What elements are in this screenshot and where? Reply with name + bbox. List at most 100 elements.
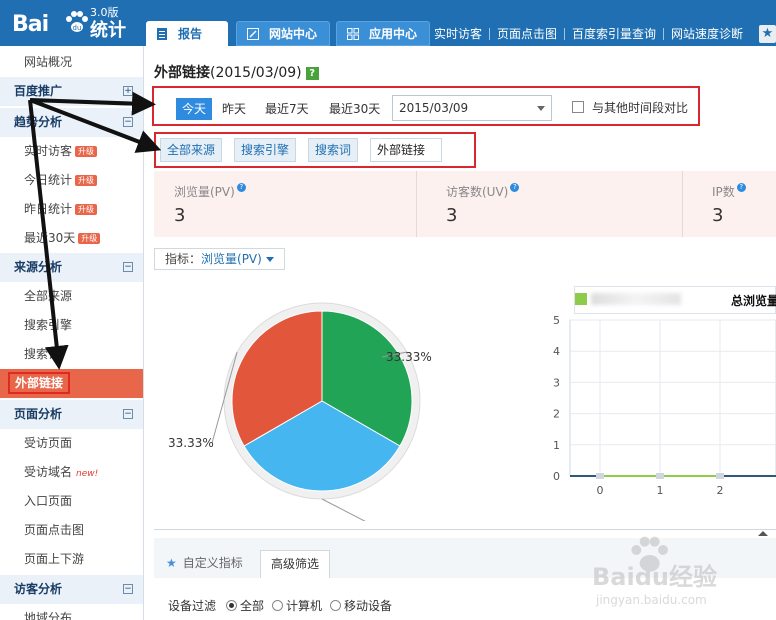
date-range-bar: 今天 昨天 最近7天 最近30天 2015/03/09 与其他时间段对比 [152, 86, 700, 126]
collapse-icon[interactable]: − [123, 409, 133, 419]
sidebar-item-geo[interactable]: 地域分布 [0, 604, 143, 620]
star-icon: ★ [166, 556, 177, 570]
sidebar-item-realtime[interactable]: 实时访客 升级 [0, 137, 143, 166]
metric-value: 3 [174, 205, 186, 226]
chevron-down-icon [265, 257, 274, 262]
upgrade-badge: 升级 [75, 204, 98, 215]
compare-label[interactable]: 与其他时间段对比 [592, 99, 688, 116]
sidebar-item-last30[interactable]: 最近30天 升级 [0, 224, 143, 253]
tab-advanced-filter[interactable]: 高级筛选 [260, 550, 331, 578]
divider [154, 529, 776, 530]
pie-data-label: 33.33% [386, 350, 432, 364]
divider [489, 27, 491, 40]
main-content: 外部链接(2015/03/09)? 今天 昨天 最近7天 最近30天 2015/… [144, 46, 776, 620]
sidebar-item-external-links[interactable]: 外部链接 [0, 369, 143, 398]
data-point[interactable] [716, 473, 724, 479]
date-last30-button[interactable]: 最近30天 [329, 98, 380, 120]
sidebar-item-search-words[interactable]: 搜索词 [0, 340, 143, 369]
date-picker[interactable]: 2015/03/09 [392, 95, 552, 121]
edit-icon [247, 27, 259, 40]
expand-icon[interactable]: + [123, 86, 133, 96]
tab-search-words[interactable]: 搜索词 [308, 138, 359, 162]
watermark-url: jingyan.baidu.com [596, 593, 707, 607]
star-icon[interactable]: ★ [759, 25, 776, 43]
item-label: 今日统计 [24, 173, 73, 187]
sidebar-item-all-sources[interactable]: 全部来源 [0, 282, 143, 311]
radio-mobile[interactable] [330, 599, 342, 611]
item-label: 实时访客 [24, 144, 73, 158]
sidebar-section-source[interactable]: 来源分析 − [0, 253, 143, 282]
y-tick-label: 3 [553, 376, 560, 389]
upgrade-badge: 升级 [75, 175, 98, 186]
y-tick-label: 0 [553, 470, 560, 483]
y-tick-label: 2 [553, 408, 560, 421]
sidebar-item-page-heatmap[interactable]: 页面点击图 [0, 516, 143, 545]
sidebar-section-trend[interactable]: 趋势分析 − [0, 108, 143, 137]
sidebar-section-page[interactable]: 页面分析 − [0, 400, 143, 429]
collapse-icon[interactable]: − [123, 117, 133, 127]
top-bar: Bai du 统计 3.0版 报告 网站中心 应用中心 实时访客 页面点击图 百 [0, 0, 776, 46]
logo-brand: Bai [12, 12, 49, 37]
collapse-icon[interactable]: − [123, 262, 133, 272]
x-tick-label: 2 [717, 484, 724, 496]
tab-app-center[interactable]: 应用中心 [336, 21, 430, 46]
date-today-button[interactable]: 今天 [176, 98, 213, 120]
sidebar-item-yesterday[interactable]: 昨日统计 升级 [0, 195, 143, 224]
sidebar-item-page-flow[interactable]: 页面上下游 [0, 545, 143, 574]
paw-icon: du [66, 11, 88, 32]
line-plot: 5 4 3 2 1 0 0 1 2 [553, 314, 776, 496]
sidebar-item-entry-pages[interactable]: 入口页面 [0, 487, 143, 516]
data-point[interactable] [596, 473, 604, 479]
tab-all-sources[interactable]: 全部来源 [160, 138, 223, 162]
y-tick-label: 1 [553, 439, 560, 452]
sidebar-section-visitor[interactable]: 访客分析 − [0, 575, 143, 604]
link-realtime[interactable]: 实时访客 [434, 25, 482, 42]
help-icon[interactable]: ? [305, 66, 319, 80]
logo-version: 3.0版 [90, 6, 119, 19]
logo[interactable]: Bai du 统计 3.0版 [10, 4, 135, 42]
tab-search-engine[interactable]: 搜索引擎 [234, 138, 297, 162]
help-icon[interactable]: ? [510, 183, 520, 192]
collapse-icon[interactable]: − [123, 584, 133, 594]
radio-label[interactable]: 移动设备 [344, 597, 392, 614]
date-yesterday-button[interactable]: 昨天 [222, 98, 246, 120]
watermark-text: Baidu经验 [592, 563, 717, 591]
metrics-panel: 浏览量(PV)? 3 访客数(UV)? 3 IP数? 3 [154, 171, 776, 237]
tab-report[interactable]: 报告 [146, 21, 228, 46]
chevron-down-icon [537, 106, 545, 111]
link-speed[interactable]: 网站速度诊断 [671, 25, 743, 42]
sidebar-section-promo[interactable]: 百度推广 + [0, 77, 143, 106]
label-leader [321, 498, 366, 521]
data-point[interactable] [656, 473, 664, 479]
link-index-query[interactable]: 百度索引量查询 [572, 25, 656, 42]
help-icon[interactable]: ? [236, 183, 246, 192]
sidebar-item-overview[interactable]: 网站概况 [0, 48, 143, 77]
sidebar-item-visited-domains[interactable]: 受访域名 new! [0, 458, 143, 487]
tab-site-center[interactable]: 网站中心 [236, 21, 330, 46]
tab-external-links[interactable]: 外部链接 [370, 138, 442, 162]
radio-label[interactable]: 计算机 [286, 597, 322, 614]
upgrade-badge: 升级 [75, 146, 98, 157]
plot-area [569, 319, 776, 477]
sidebar-item-search-engine[interactable]: 搜索引擎 [0, 311, 143, 340]
radio-computer[interactable] [272, 599, 284, 611]
date-picker-value: 2015/03/09 [399, 101, 469, 115]
tab-custom-metrics[interactable]: ★ 自定义指标 [166, 550, 243, 578]
sidebar-item-today[interactable]: 今日统计 升级 [0, 166, 143, 195]
compare-checkbox[interactable] [572, 101, 584, 113]
divider [663, 27, 665, 40]
section-title: 趋势分析 [14, 115, 63, 129]
link-heatmap[interactable]: 页面点击图 [497, 25, 557, 42]
new-tag: new! [76, 469, 99, 479]
source-tabs: 全部来源 搜索引擎 搜索词 外部链接 [154, 132, 476, 168]
sidebar-item-visited-pages[interactable]: 受访页面 [0, 429, 143, 458]
help-icon[interactable]: ? [736, 183, 746, 192]
top-links: 实时访客 页面点击图 百度索引量查询 网站速度诊断 [434, 21, 743, 46]
date-last7-button[interactable]: 最近7天 [265, 98, 309, 120]
indicator-select[interactable]: 指标：浏览量(PV) [154, 248, 285, 270]
app-root: Bai du 统计 3.0版 报告 网站中心 应用中心 实时访客 页面点击图 百 [0, 0, 776, 620]
radio-all[interactable] [226, 599, 238, 611]
indicator-value: 浏览量(PV) [201, 252, 262, 266]
radio-label[interactable]: 全部 [240, 597, 264, 614]
line-chart: 总浏览量 543210012 [528, 286, 776, 496]
